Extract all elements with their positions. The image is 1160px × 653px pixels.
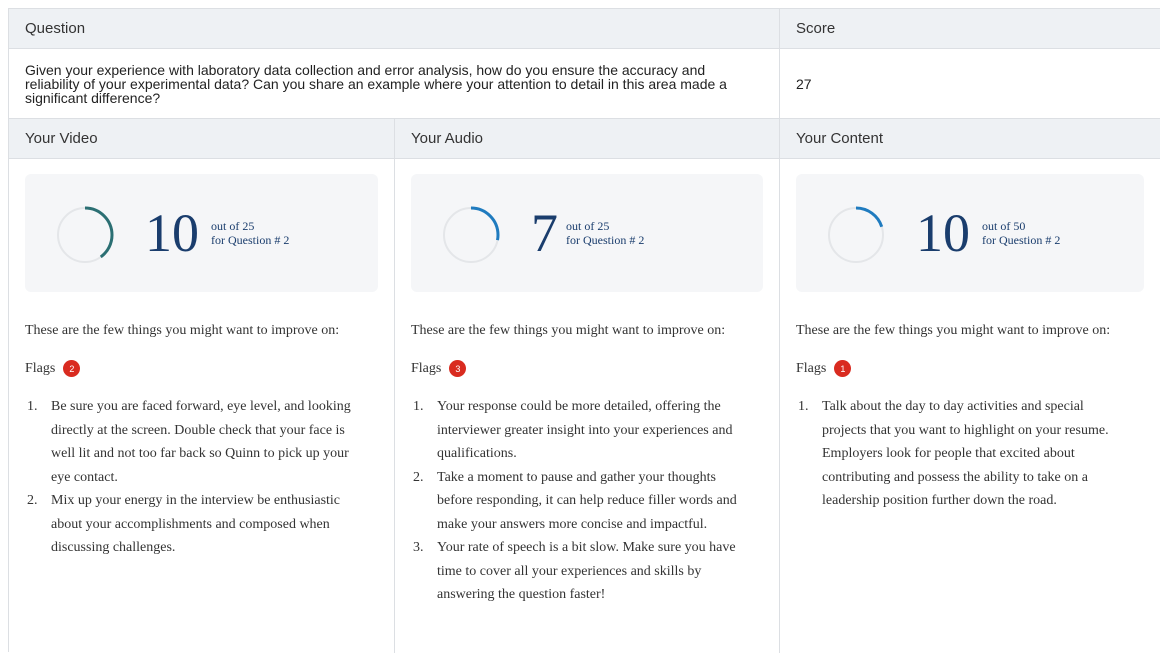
content-score: 10	[916, 203, 970, 263]
audio-improve-text: These are the few things you might want …	[411, 323, 726, 338]
list-item: Mix up your energy in the interview be e…	[27, 489, 341, 555]
content-improve-text: These are the few things you might want …	[796, 323, 1111, 338]
content-panel: 10 out of 50 for Question # 2 These are …	[780, 159, 1160, 653]
section-header-row: Your Video Your Audio Your Content	[9, 119, 1160, 159]
audio-tips-list: Your response could be more detailed, of…	[411, 395, 763, 607]
video-improve-text: These are the few things you might want …	[25, 323, 340, 338]
total-score: 27	[796, 75, 812, 92]
list-item: Be sure you are faced forward, eye level…	[27, 395, 351, 485]
video-for-question: for Question # 2	[211, 233, 290, 247]
audio-score-card: 7 out of 25 for Question # 2	[411, 174, 763, 292]
list-item: Your response could be more detailed, of…	[413, 395, 733, 461]
video-out-of: out of 25	[211, 219, 255, 233]
video-tips-list: Be sure you are faced forward, eye level…	[25, 395, 378, 560]
video-section-header: Your Video	[9, 119, 395, 158]
content-score-meta: out of 50 for Question # 2	[982, 219, 1060, 247]
video-flags-count-badge: 2	[63, 360, 81, 377]
content-flags-count-badge: 1	[834, 360, 852, 377]
content-tips-list: Talk about the day to day activities and…	[796, 395, 1144, 513]
audio-score: 7	[531, 203, 558, 263]
list-item: Talk about the day to day activities and…	[798, 395, 1109, 508]
section-body-row: 10 out of 25 for Question # 2 These are …	[9, 159, 1160, 653]
question-column-header: Question	[9, 9, 780, 48]
audio-out-of: out of 25	[566, 219, 610, 233]
video-score-meta: out of 25 for Question # 2	[211, 219, 289, 247]
audio-for-question: for Question # 2	[566, 233, 645, 247]
video-flags: Flags 2	[25, 360, 378, 377]
question-text: Given your experience with laboratory da…	[9, 49, 780, 118]
content-section-header: Your Content	[796, 130, 884, 147]
audio-score-meta: out of 25 for Question # 2	[566, 219, 644, 247]
content-score-card: 10 out of 50 for Question # 2	[796, 174, 1144, 292]
content-flags: Flags 1	[796, 360, 1144, 377]
content-flags-label: Flags	[796, 360, 827, 376]
video-progress-ring	[56, 206, 114, 264]
audio-flags-count-badge: 3	[449, 360, 467, 377]
video-panel: 10 out of 25 for Question # 2 These are …	[9, 159, 395, 653]
video-score-card: 10 out of 25 for Question # 2	[25, 174, 378, 292]
list-item: Your rate of speech is a bit slow. Make …	[413, 536, 736, 602]
video-flags-label: Flags	[25, 360, 56, 376]
score-column-header: Score	[796, 20, 836, 37]
audio-flags: Flags 3	[411, 360, 763, 377]
audio-progress-ring	[442, 206, 500, 264]
content-out-of: out of 50	[982, 219, 1026, 233]
audio-section-header: Your Audio	[395, 119, 780, 158]
audio-panel: 7 out of 25 for Question # 2 These are t…	[395, 159, 780, 653]
audio-flags-label: Flags	[411, 360, 442, 376]
question-row: Given your experience with laboratory da…	[9, 49, 1160, 119]
video-score: 10	[145, 203, 199, 263]
content-progress-ring	[827, 206, 885, 264]
content-for-question: for Question # 2	[982, 233, 1061, 247]
results-table: Question Score Given your experience wit…	[8, 8, 1160, 653]
list-item: Take a moment to pause and gather your t…	[413, 466, 737, 532]
question-header-row: Question Score	[9, 9, 1160, 49]
